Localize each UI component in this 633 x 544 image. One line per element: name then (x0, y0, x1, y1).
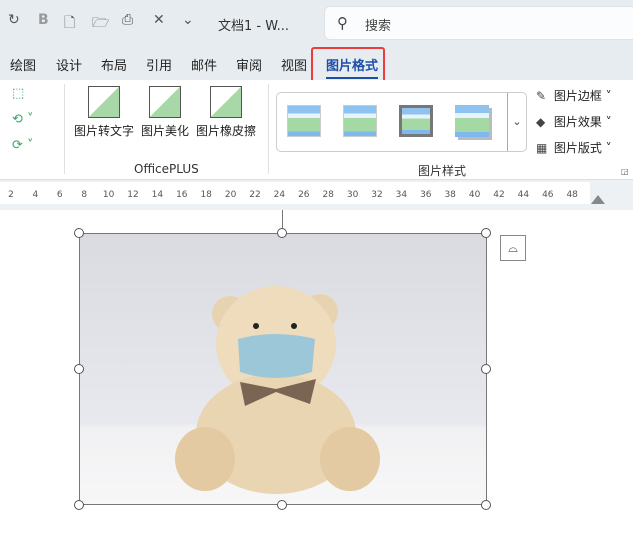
picture-beautify-button[interactable]: 图片美化 (141, 86, 189, 139)
indent-marker[interactable] (591, 195, 605, 204)
ruler-tick: 48 (566, 190, 578, 200)
tab-draw[interactable]: 绘图 (10, 55, 36, 74)
teddy-bear-image (175, 286, 380, 494)
resize-handle[interactable] (277, 228, 287, 238)
resize-handle[interactable] (481, 228, 491, 238)
title-bar: ↻ B 🗋 🗁 ⎙ ✕ ⌄ 文档1 - W... ⚲ 搜索 (0, 0, 633, 46)
layout-options-button[interactable]: ⌓ (500, 235, 526, 261)
picture-to-text-icon (88, 86, 120, 118)
ruler-tick: 8 (81, 190, 88, 200)
ruler-tick: 38 (444, 190, 456, 200)
search-placeholder: 搜索 (365, 19, 392, 34)
ruler-tick: 14 (151, 190, 164, 200)
tab-design[interactable]: 设计 (56, 55, 82, 74)
ruler-tick: 40 (468, 190, 481, 200)
print-icon[interactable]: ⎙ (122, 12, 133, 28)
picture-border-button[interactable]: ✎ 图片边框 ˅ (536, 87, 612, 104)
dialog-launcher-icon[interactable]: ◲ (621, 167, 629, 176)
button-label: 图片版式 (553, 141, 602, 155)
picture-to-text-button[interactable]: 图片转文字 (74, 86, 134, 139)
ruler-tick: 18 (200, 190, 212, 200)
button-label: 图片边框 (553, 89, 602, 103)
ruler-tick: 2 (8, 190, 14, 200)
resize-handle[interactable] (74, 228, 84, 238)
tab-layout[interactable]: 布局 (101, 55, 127, 74)
ruler-tick: 22 (249, 190, 261, 200)
crop-icon[interactable]: ⬚ (12, 86, 24, 101)
ruler-tick: 32 (371, 190, 383, 200)
separator (64, 84, 65, 174)
button-label: 图片转文字 (74, 124, 135, 138)
reset-picture-icon[interactable]: ⟳ ˅ (12, 138, 34, 153)
button-label: 图片效果 (553, 115, 602, 129)
button-label: 图片美化 (141, 124, 190, 138)
bold-icon[interactable]: B (38, 12, 49, 28)
button-label: 图片橡皮擦 (196, 124, 257, 138)
tab-review[interactable]: 审阅 (236, 55, 262, 74)
selected-picture[interactable] (79, 233, 487, 505)
search-icon: ⚲ (337, 14, 348, 32)
resize-handle[interactable] (277, 500, 287, 510)
ruler-tick: 26 (298, 190, 310, 200)
ruler-tick: 30 (346, 190, 359, 200)
ruler-tick: 28 (322, 190, 334, 200)
tab-highlight-box (311, 47, 385, 84)
resize-handle[interactable] (481, 500, 491, 510)
layout-icon: ▦ (536, 141, 548, 155)
picture-style-option[interactable] (399, 105, 433, 137)
ruler-tick: 4 (32, 190, 39, 200)
redo-icon[interactable]: ↻ (8, 12, 20, 28)
ruler-tick: 36 (420, 190, 432, 200)
ruler-tick: 44 (517, 190, 530, 200)
ribbon: ⬚ ⟲ ˅ ⟳ ˅ 图片转文字 图片美化 图片橡皮擦 OfficePLUS ⌄ … (0, 80, 633, 180)
resize-handle[interactable] (74, 364, 84, 374)
separator (268, 84, 269, 174)
group-label-picture-styles: 图片样式 (418, 164, 467, 178)
new-document-icon[interactable]: 🗋 (64, 12, 75, 36)
tab-references[interactable]: 引用 (146, 55, 172, 74)
document-title: 文档1 - W... (218, 19, 289, 34)
group-label-officeplus: OfficePLUS (134, 162, 199, 176)
ruler-tick: 10 (102, 190, 115, 200)
customize-dropdown-icon[interactable]: ⌄ (182, 12, 194, 28)
pen-icon: ✎ (536, 89, 547, 103)
search-input[interactable]: ⚲ 搜索 (324, 6, 633, 40)
picture-effects-button[interactable]: ◆ 图片效果 ˅ (536, 113, 612, 130)
tab-mailings[interactable]: 邮件 (191, 55, 217, 74)
effects-icon: ◆ (536, 115, 546, 129)
ruler-tick: 46 (542, 190, 554, 200)
gallery-more-button[interactable]: ⌄ (507, 93, 526, 151)
ruler-tick: 24 (273, 190, 286, 200)
picture-style-option[interactable] (287, 105, 321, 137)
picture-layout-button[interactable]: ▦ 图片版式 ˅ (536, 139, 612, 156)
ruler-band: 2 4 6 8 10 12 14 16 18 20 22 24 26 28 30 32 34 36 38 40 42 44… (0, 182, 590, 204)
picture-styles-gallery: ⌄ (276, 92, 527, 152)
resize-handle[interactable] (481, 364, 491, 374)
ruler: 2 4 6 8 10 12 14 16 18 20 22 24 26 28 30 32 34 36 38 40 42 44… (0, 180, 633, 210)
resize-handle[interactable] (74, 500, 84, 510)
beautify-icon (149, 86, 181, 118)
ruler-tick: 20 (224, 190, 237, 200)
change-picture-icon[interactable]: ⟲ ˅ (12, 112, 34, 127)
ruler-tick: 16 (176, 190, 188, 200)
ruler-tick: 12 (127, 190, 139, 200)
ruler-tick: 6 (56, 190, 63, 200)
open-folder-icon[interactable]: 🗁 (92, 12, 109, 36)
picture-style-option[interactable] (455, 105, 489, 137)
ruler-tick: 42 (493, 190, 505, 200)
tab-view[interactable]: 视图 (281, 55, 307, 74)
picture-eraser-button[interactable]: 图片橡皮擦 (196, 86, 256, 139)
eraser-icon (210, 86, 242, 118)
picture-style-option[interactable] (343, 105, 377, 137)
ruler-tick: 34 (395, 190, 408, 200)
close-icon[interactable]: ✕ (153, 12, 165, 28)
